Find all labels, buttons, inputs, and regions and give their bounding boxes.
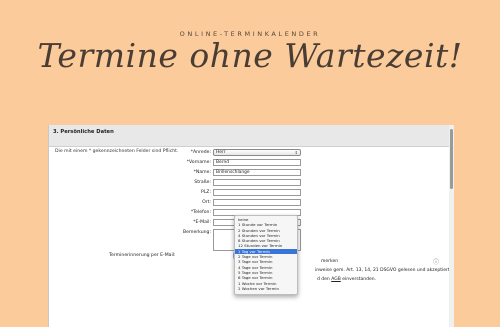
label-name: *Name: [193,170,211,175]
select-arrows-icon: ⇕ [294,150,298,155]
row-ort: Ort: [49,199,449,207]
label-vorname: *Vorname: [186,160,211,165]
label-strasse: Straße: [194,180,211,185]
headline: Termine ohne Wartezeit! [37,36,463,75]
anrede-value: Herr [216,150,226,155]
info-icon[interactable]: ⓘ [433,257,439,266]
terms-prefix: d den [317,277,332,282]
row-vorname: *Vorname: Bernd [49,159,449,167]
name-input[interactable]: Brillenschlange [213,169,301,176]
terms-consent-text: d den AGB einverstanden. [317,277,376,282]
anrede-select[interactable]: Herr ⇕ [213,149,301,156]
label-telefon: *Telefon: [190,210,211,215]
plz-input[interactable] [213,189,301,196]
reminder-label: Terminerinnerung per E-Mail: [109,253,176,258]
label-plz: PLZ: [200,190,211,195]
privacy-consent-text: inweise gem. Art. 13, 14, 21 DSGVO geles… [315,268,454,273]
row-anrede: *Anrede: Herr ⇕ [49,149,449,157]
agb-link[interactable]: AGB [331,277,341,282]
section-title: 3. Persönliche Daten [49,125,454,147]
terms-suffix: einverstanden. [340,277,376,282]
label-anrede: *Anrede: [190,150,211,155]
label-ort: Ort: [202,200,211,205]
row-name: *Name: Brillenschlange [49,169,449,177]
label-email: *E-Mail: [193,220,211,225]
checkbox-text-1: merken [321,259,339,264]
reminder-dropdown-menu[interactable]: keine 1 Stunde vor Termin 2 Stunden vor Te… [234,215,298,295]
scrollbar-thumb[interactable] [450,129,453,189]
strasse-input[interactable] [213,179,301,186]
vorname-input[interactable]: Bernd [213,159,301,166]
row-plz: PLZ: [49,189,449,197]
panel-scrollbar[interactable] [449,125,454,327]
reminder-option[interactable]: 2 Wochen vor Termin [235,286,297,291]
ort-input[interactable] [213,199,301,206]
row-strasse: Straße: [49,179,449,187]
label-bemerkung: Bemerkung: [183,230,211,235]
booking-form-panel: 3. Persönliche Daten Die mit einem * gek… [48,125,454,327]
